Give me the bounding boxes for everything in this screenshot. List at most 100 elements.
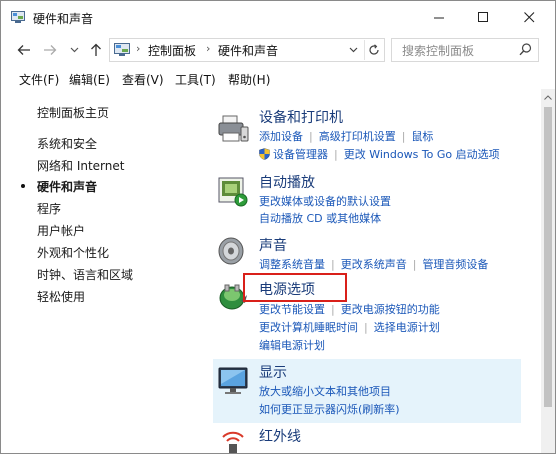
chevron-up-icon — [544, 94, 552, 100]
breadcrumb-separator[interactable]: › — [206, 42, 210, 55]
power-links-row2: 更改计算机睡眠时间 | 选择电源计划 — [259, 319, 440, 335]
power-links-row1: 更改节能设置 | 更改电源按钮的功能 — [259, 301, 440, 317]
sidebar-item-clock-region[interactable]: 时钟、语言和区域 — [37, 266, 133, 283]
close-icon — [523, 11, 534, 22]
window-title: 硬件和声音 — [33, 12, 94, 26]
menu-help[interactable]: 帮助(H) — [228, 71, 270, 88]
link-windows-to-go[interactable]: 更改 Windows To Go 启动选项 — [344, 148, 500, 161]
sidebar-item-network[interactable]: 网络和 Internet — [37, 157, 124, 174]
control-panel-icon — [114, 43, 130, 56]
sidebar-item-programs[interactable]: 程序 — [37, 200, 61, 217]
chevron-down-icon — [70, 47, 78, 53]
sidebar: 控制面板主页 系统和安全 网络和 Internet 硬件和声音 程序 用户帐户 … — [1, 93, 201, 453]
sidebar-item-user-accounts[interactable]: 用户帐户 — [37, 222, 85, 239]
arrow-up-icon — [91, 43, 101, 56]
link-separator: | — [401, 130, 406, 143]
printer-icon — [218, 115, 249, 142]
address-dropdown-button[interactable] — [346, 42, 360, 58]
scrollbar-thumb[interactable] — [544, 107, 552, 407]
category-sound-title[interactable]: 声音 — [259, 235, 287, 255]
main-content: 设备和打印机 添加设备 | 高级打印机设置 | 鼠标 设备管理器 | 更改 Windows … — [213, 93, 543, 453]
category-autoplay-title[interactable]: 自动播放 — [259, 172, 315, 192]
search-box[interactable]: 搜索控制面板 — [391, 38, 539, 62]
link-change-default-media-settings[interactable]: 更改媒体或设备的默认设置 — [259, 195, 391, 208]
link-autoplay-cd[interactable]: 自动播放 CD 或其他媒体 — [259, 212, 381, 225]
display-links-row1: 放大或缩小文本和其他项目 — [259, 383, 391, 399]
link-edit-power-plan[interactable]: 编辑电源计划 — [259, 339, 325, 352]
menu-file[interactable]: 文件(F) — [19, 71, 59, 88]
link-monitor-flicker[interactable]: 如何更正显示器闪烁(刷新率) — [259, 403, 400, 416]
link-change-system-sounds[interactable]: 更改系统声音 — [341, 258, 407, 271]
link-change-power-button[interactable]: 更改电源按钮的功能 — [341, 303, 440, 316]
monitor-icon — [218, 367, 248, 394]
maximize-button[interactable] — [461, 1, 505, 33]
control-panel-icon — [11, 11, 25, 23]
infrared-icon — [222, 431, 244, 453]
link-separator: | — [412, 258, 417, 271]
link-separator: | — [331, 258, 335, 271]
sidebar-item-appearance[interactable]: 外观和个性化 — [37, 244, 109, 261]
menu-edit[interactable]: 编辑(E) — [69, 71, 110, 88]
search-icon[interactable] — [519, 43, 532, 56]
category-devices-title[interactable]: 设备和打印机 — [259, 107, 343, 127]
maximize-icon — [477, 11, 488, 22]
autoplay-links-row2: 自动播放 CD 或其他媒体 — [259, 210, 381, 226]
speaker-icon — [218, 237, 244, 265]
breadcrumb-control-panel[interactable]: 控制面板 — [148, 42, 196, 59]
link-add-device[interactable]: 添加设备 — [259, 130, 303, 143]
sidebar-item-system-security[interactable]: 系统和安全 — [37, 135, 97, 152]
current-item-bullet — [21, 184, 25, 188]
title-bar[interactable]: 硬件和声音 — [1, 1, 555, 35]
minimize-icon — [433, 17, 444, 18]
vertical-scrollbar[interactable] — [541, 89, 555, 453]
control-panel-window: 硬件和声音 › 控制面板 › 硬件和声音 搜索控制面板 文件(F) 编辑(E) … — [0, 0, 556, 454]
uac-shield-icon — [259, 148, 270, 160]
minimize-button[interactable] — [417, 1, 461, 33]
autoplay-icon — [218, 177, 248, 207]
link-change-power-saving[interactable]: 更改节能设置 — [259, 303, 325, 316]
search-input[interactable]: 搜索控制面板 — [402, 42, 474, 59]
menu-tools[interactable]: 工具(T) — [175, 71, 216, 88]
devices-links-row2: 设备管理器 | 更改 Windows To Go 启动选项 — [259, 146, 500, 162]
link-change-sleep-time[interactable]: 更改计算机睡眠时间 — [259, 321, 358, 334]
arrow-left-icon — [17, 45, 30, 55]
scroll-up-button[interactable] — [541, 91, 555, 103]
link-separator: | — [331, 303, 335, 316]
refresh-icon — [369, 44, 379, 55]
sound-links-row1: 调整系统音量 | 更改系统声音 | 管理音频设备 — [259, 256, 488, 272]
link-separator: | — [364, 321, 368, 334]
menu-view[interactable]: 查看(V) — [122, 71, 164, 88]
link-separator: | — [309, 130, 313, 143]
address-bar[interactable]: › 控制面板 › 硬件和声音 — [109, 38, 385, 62]
power-links-row3: 编辑电源计划 — [259, 337, 325, 353]
sidebar-item-ease-of-access[interactable]: 轻松使用 — [37, 288, 85, 305]
sidebar-home-link[interactable]: 控制面板主页 — [37, 104, 109, 121]
link-text-size[interactable]: 放大或缩小文本和其他项目 — [259, 385, 391, 398]
arrow-right-icon — [44, 45, 57, 55]
link-choose-power-plan[interactable]: 选择电源计划 — [374, 321, 440, 334]
chevron-down-icon — [349, 47, 357, 53]
breadcrumb-hardware-sound[interactable]: 硬件和声音 — [218, 42, 278, 59]
devices-links-row1: 添加设备 | 高级打印机设置 | 鼠标 — [259, 128, 433, 144]
breadcrumb-separator[interactable]: › — [136, 42, 140, 55]
back-button[interactable] — [15, 41, 33, 59]
link-adjust-volume[interactable]: 调整系统音量 — [259, 258, 325, 271]
link-advanced-printer-setup[interactable]: 高级打印机设置 — [319, 130, 396, 143]
category-infrared-title[interactable]: 红外线 — [259, 426, 301, 446]
link-separator: | — [334, 148, 338, 161]
up-button[interactable] — [87, 41, 105, 59]
category-power-title[interactable]: 电源选项 — [259, 279, 315, 299]
link-mouse[interactable]: 鼠标 — [411, 130, 433, 143]
menu-bar: 文件(F) 编辑(E) 查看(V) 工具(T) 帮助(H) — [1, 67, 555, 89]
autoplay-links-row1: 更改媒体或设备的默认设置 — [259, 193, 391, 209]
sidebar-item-hardware-sound[interactable]: 硬件和声音 — [37, 178, 97, 195]
display-links-row2: 如何更正显示器闪烁(刷新率) — [259, 401, 400, 417]
link-device-manager[interactable]: 设备管理器 — [273, 148, 328, 161]
link-manage-audio-devices[interactable]: 管理音频设备 — [422, 258, 488, 271]
navigation-bar: › 控制面板 › 硬件和声音 搜索控制面板 — [1, 35, 555, 65]
refresh-button[interactable] — [364, 40, 383, 60]
recent-locations-button[interactable] — [65, 41, 83, 59]
forward-button[interactable] — [41, 41, 59, 59]
close-button[interactable] — [507, 1, 551, 33]
category-display-title[interactable]: 显示 — [259, 362, 287, 382]
